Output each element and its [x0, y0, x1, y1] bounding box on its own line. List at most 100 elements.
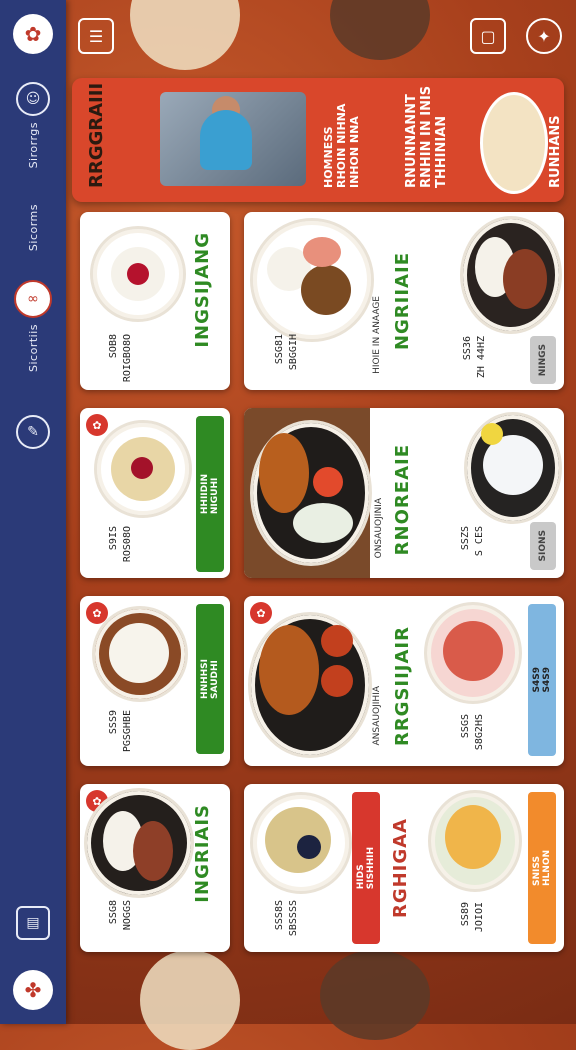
tag-label: HNHHSI SAUDHI: [200, 659, 220, 699]
leaf-icon: ✎: [16, 415, 50, 449]
food-plate: [250, 218, 374, 342]
sidebar-item-label: Sicorms: [26, 204, 40, 252]
sidebar-item-2[interactable]: Sicorms: [0, 198, 66, 251]
food-item: [131, 457, 153, 479]
sidebar-item-label: Sirorrgs: [26, 122, 40, 169]
price-lines: SSG81: [274, 334, 285, 365]
menu-card-2[interactable]: SSG81 SBGGIH HIOIE IN ANAAGE NGRIIAIE SS…: [244, 212, 564, 390]
price-lines: SSS8S: [274, 900, 285, 931]
sidebar-item-3[interactable]: ∞ Sicortiis: [0, 280, 66, 372]
sidebar-item-5[interactable]: ▤: [0, 906, 66, 940]
price-lines: S CES: [474, 526, 485, 557]
menu-card-8[interactable]: SSS8S SBSSSS HIDS SISHHIH RGHIGAA SS89 J…: [244, 784, 564, 952]
menu-card-5[interactable]: ✿ SSS9 PGSGHBE HNHHSI SAUDHI: [80, 596, 230, 766]
dish-name: INGRIAIS: [192, 804, 213, 903]
dots-icon: ∞: [14, 280, 52, 318]
food-plate: [94, 420, 192, 518]
card-tag: HHIIDIN NIGUHI: [196, 416, 224, 572]
hero-banner[interactable]: RRGGRAIII HOMNESS RHOIN NIHNA INHON NNA …: [72, 78, 564, 202]
tag-label: NINGS: [538, 343, 548, 377]
menu-card-6[interactable]: ✿ ANSAUOJIHIA RRGSIIJAIR SSGS S8G2HS S4S…: [244, 596, 564, 766]
sidebar-item-4[interactable]: ✎: [0, 415, 66, 449]
menu-card-1[interactable]: SOB8 ROIGBO8O INGSIJANG: [80, 212, 230, 390]
dish-desc: ANSAUOJIHIA: [372, 686, 382, 746]
price-lines: ROIGBO8O: [122, 334, 133, 383]
food-plate: [90, 226, 186, 322]
dish-desc: HIOIE IN ANAAGE: [372, 296, 382, 374]
menu-card-7[interactable]: ✿ SSG8 NOGGS INGRIAIS: [80, 784, 230, 952]
food-item: [321, 625, 353, 657]
hero-text-left: HOMNESS RHOIN NIHNA INHON NNA: [322, 103, 361, 188]
food-item: [445, 805, 501, 869]
menu-card-3[interactable]: ✿ S9IS ROS08O HHIIDIN NIGUHI: [80, 408, 230, 578]
chef-photo: [160, 92, 306, 186]
food-plate: [250, 792, 352, 894]
food-item: [293, 503, 353, 543]
sidebar-item-1[interactable]: ☺ Sirorrgs: [0, 82, 66, 168]
dish-name: NGRIIAIE: [392, 252, 413, 351]
chef-body: [200, 110, 252, 170]
card-tag: S4S9 S4S9: [528, 604, 556, 756]
price-lines: S8G2HS: [474, 714, 485, 751]
price-lines: SBGGIH: [288, 334, 299, 371]
dish-name: INGSIJANG: [192, 232, 213, 348]
price-lines: NOGGS: [122, 900, 133, 931]
food-plate: [250, 420, 372, 566]
map-icon[interactable]: ▢: [470, 18, 506, 54]
star-icon[interactable]: ✦: [526, 18, 562, 54]
card-tag: SIONS: [530, 522, 556, 570]
card-tag: HNHHSI SAUDHI: [196, 604, 224, 754]
food-item: [297, 835, 321, 859]
hero-dumpling-plate: [480, 92, 548, 194]
food-item: [481, 423, 503, 445]
price-lines: S9IS: [108, 526, 119, 551]
tag-label: SNISS HLNON: [532, 850, 552, 886]
price-lines: SSZS: [460, 526, 471, 551]
hero-title: RRGGRAIII: [86, 82, 107, 188]
tree-logo-icon[interactable]: ✿: [13, 14, 53, 54]
favorite-icon[interactable]: ✿: [86, 414, 108, 436]
hero-text-mid: RNUNNANNT RNHIN IN INIS THHINIAN: [404, 85, 449, 188]
card-tag: HIDS SISHHIH: [352, 792, 380, 944]
tag-label: SIONS: [538, 530, 548, 562]
bg-food-top-right: [330, 0, 430, 60]
food-item: [259, 433, 309, 513]
price-lines: SSGS: [460, 714, 471, 739]
food-plate: [464, 412, 562, 524]
food-item: [503, 249, 547, 309]
document-icon: ▤: [16, 906, 50, 940]
grid-menu-icon[interactable]: ☰: [78, 18, 114, 54]
food-item: [301, 265, 351, 315]
food-plate: [92, 606, 188, 702]
price-lines: JOIOI: [474, 902, 485, 933]
sidebar: ✿ ☺ Sirorrgs Sicorms ∞ Sicortiis ✎ ▤ ✤: [0, 0, 66, 1024]
food-item: [127, 263, 149, 285]
price-lines: SSS9: [108, 710, 119, 735]
favorite-icon[interactable]: ✿: [250, 602, 272, 624]
food-item: [313, 467, 343, 497]
price-lines: PGSGHBE: [122, 710, 133, 753]
hero-text-right: RUNHANS: [548, 115, 563, 188]
price-lines: ZH 44HZ: [476, 336, 487, 379]
bg-food-bottom-left: [140, 950, 240, 1050]
food-plate: [428, 790, 522, 892]
price-lines: SS89: [460, 902, 471, 927]
dish-desc: ONSAUOJINIA: [374, 498, 384, 559]
dish-name: RRGSIIJAIR: [392, 626, 413, 747]
food-item: [109, 623, 169, 683]
food-plate: [460, 216, 562, 334]
food-item: [133, 821, 173, 881]
food-item: [303, 237, 341, 267]
tag-label: HHIIDIN NIGUHI: [200, 473, 220, 515]
price-lines: SS36: [462, 336, 473, 361]
dollar-icon[interactable]: ✤: [13, 970, 53, 1010]
price-lines: SBSSSS: [288, 900, 299, 937]
price-lines: SSG8: [108, 900, 119, 925]
tag-label: HIDS SISHHIH: [356, 846, 376, 890]
food-item: [443, 621, 503, 681]
food-item: [259, 625, 319, 715]
sidebar-item-label: Sicortiis: [26, 324, 40, 372]
card-tag: NINGS: [530, 336, 556, 384]
menu-card-4[interactable]: ONSAUOJINIA RNOREAIE SSZS S CES SIONS: [244, 408, 564, 578]
food-plate: [424, 602, 522, 704]
